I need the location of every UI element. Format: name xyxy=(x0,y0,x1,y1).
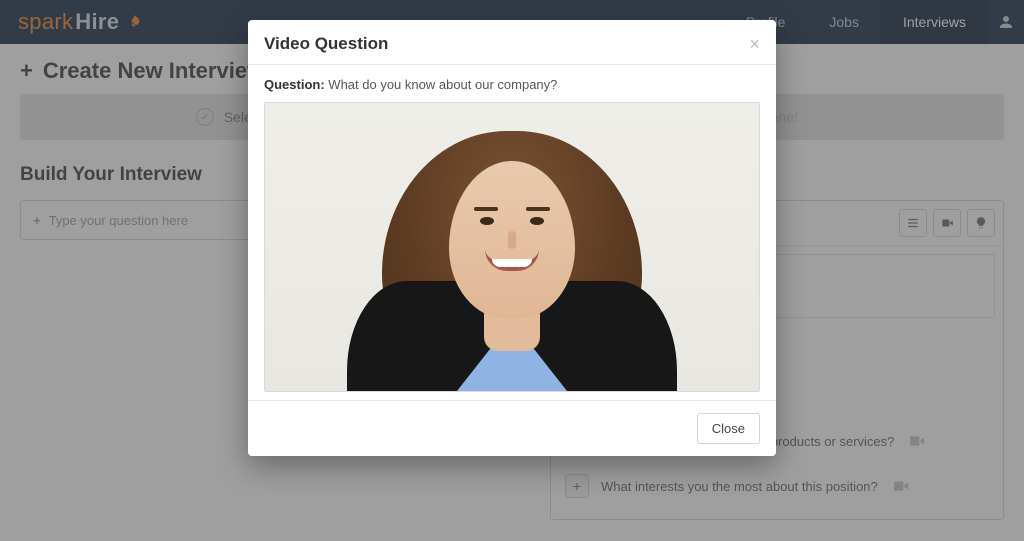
modal-overlay[interactable]: Video Question × Question: What do you k… xyxy=(0,0,1024,541)
video-still xyxy=(265,103,759,391)
video-player[interactable] xyxy=(264,102,760,392)
video-question-modal: Video Question × Question: What do you k… xyxy=(248,20,776,456)
modal-question-line: Question: What do you know about our com… xyxy=(264,77,760,92)
modal-header: Video Question × xyxy=(248,20,776,64)
modal-question-text: What do you know about our company? xyxy=(328,77,557,92)
modal-body: Question: What do you know about our com… xyxy=(248,65,776,400)
modal-title: Video Question xyxy=(264,34,388,54)
modal-close-x[interactable]: × xyxy=(749,35,760,53)
modal-question-label: Question: xyxy=(264,77,325,92)
close-button[interactable]: Close xyxy=(697,413,760,444)
modal-footer: Close xyxy=(248,400,776,456)
